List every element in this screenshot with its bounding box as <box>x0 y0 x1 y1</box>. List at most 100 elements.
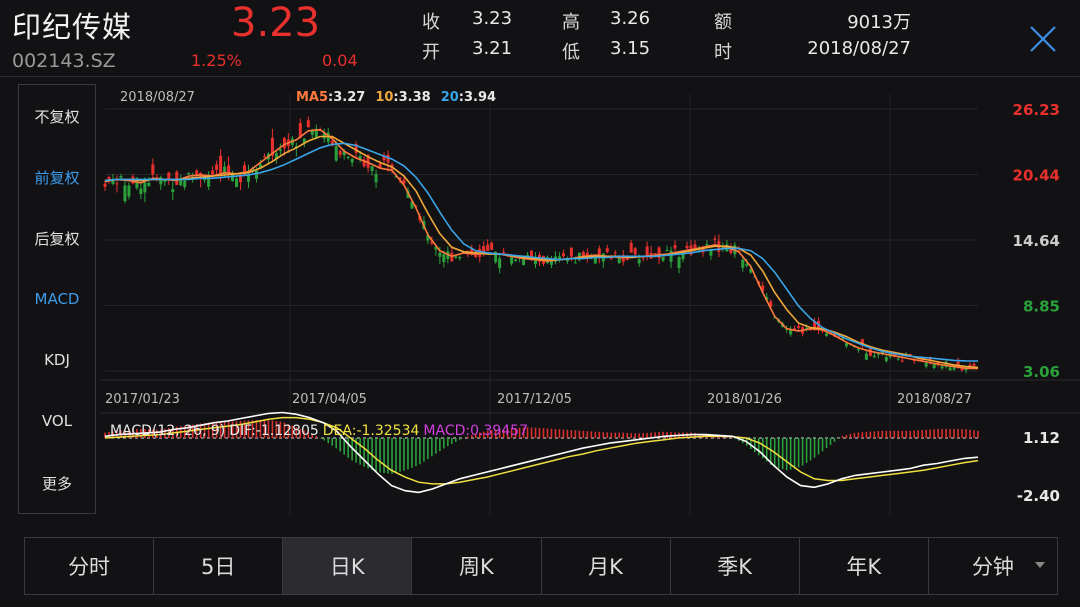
candle-body <box>211 170 215 175</box>
candle-body <box>653 253 657 255</box>
candle-body <box>685 245 689 249</box>
tab-daily-k[interactable]: 日K <box>283 538 413 594</box>
menu-backward-adjust[interactable]: 后复权 <box>19 228 95 249</box>
tab-minute[interactable]: 分钟 <box>929 538 1057 594</box>
y-tick-label: 3.06 <box>1023 363 1060 381</box>
candle-body <box>502 252 506 254</box>
kline-chart[interactable]: 26.23 20.44 14.64 8.85 3.06 2017/01/23 2017/04… <box>100 82 1080 522</box>
candle-body <box>147 182 151 186</box>
candle-body <box>661 256 665 261</box>
candle-body <box>442 254 446 263</box>
quote-amount-label: 额 <box>714 12 732 33</box>
candle-body <box>183 180 187 188</box>
menu-macd[interactable]: MACD <box>19 290 95 308</box>
candle-body <box>581 251 585 256</box>
tab-minute-label: 分钟 <box>971 555 1014 579</box>
ma-legend-name: 10 <box>375 90 393 105</box>
candle-body <box>741 259 745 268</box>
candle-body <box>856 349 860 351</box>
ma-line-ma20 <box>104 142 979 362</box>
candle-body <box>370 166 374 171</box>
candle-body <box>573 262 577 264</box>
candle-body <box>561 253 565 257</box>
candle-body <box>227 165 231 174</box>
candle-body <box>713 238 717 240</box>
candle-body <box>972 363 976 366</box>
x-tick-label: 2018/08/27 <box>897 392 972 407</box>
candle-body <box>115 183 119 185</box>
candle-body <box>151 164 155 175</box>
menu-forward-adjust[interactable]: 前复权 <box>19 167 95 188</box>
candle-body <box>458 256 462 259</box>
quote-open-label: 开 <box>422 42 440 63</box>
menu-more[interactable]: 更多 <box>19 473 95 494</box>
candle-body <box>825 333 829 336</box>
macd-legend-item: MACD(12, 26, 9) <box>110 423 225 439</box>
candle-body <box>900 360 904 362</box>
menu-kdj[interactable]: KDJ <box>19 351 95 369</box>
tab-yearly-k[interactable]: 年K <box>800 538 929 594</box>
candle-body <box>486 244 490 251</box>
quote-high-value: 3.26 <box>610 8 651 29</box>
tab-weekly-k[interactable]: 周K <box>412 538 542 594</box>
candle-body <box>844 343 848 347</box>
candle-body <box>187 173 191 175</box>
candle-body <box>645 246 649 256</box>
ma-legend-name: MA5 <box>296 90 328 105</box>
y-tick-label: 20.44 <box>1013 166 1060 184</box>
menu-vol[interactable]: VOL <box>19 412 95 430</box>
candle-body <box>605 248 609 252</box>
candle-body <box>119 175 123 178</box>
candle-body <box>171 189 175 193</box>
ma-legend-name: 20 <box>441 90 459 105</box>
candle-body <box>629 242 633 253</box>
candle-body <box>665 249 669 251</box>
candlesticks <box>103 116 976 374</box>
candle-body <box>123 185 127 202</box>
candle-body <box>872 355 876 358</box>
stock-name: 印纪传媒 <box>12 10 133 44</box>
x-tick-label: 2017/04/05 <box>292 392 367 407</box>
candle-body <box>952 367 956 370</box>
y-tick-label: 14.64 <box>1013 232 1060 250</box>
tab-intraday[interactable]: 分时 <box>25 538 155 594</box>
candle-body <box>490 242 494 250</box>
menu-no-adjust[interactable]: 不复权 <box>19 106 95 127</box>
current-price: 3.23 <box>231 0 321 46</box>
candle-body <box>167 172 171 179</box>
macd-y-tick-label: 1.12 <box>1023 429 1060 447</box>
candle-body <box>219 155 223 174</box>
tab-monthly-k[interactable]: 月K <box>542 538 671 594</box>
candle-body <box>948 367 952 371</box>
macd-legend-item: MACD:0.39457 <box>423 423 528 439</box>
candle-body <box>262 156 266 158</box>
candle-body <box>940 366 944 369</box>
candle-body <box>641 257 645 259</box>
candle-body <box>633 248 637 255</box>
quote-amount-value: 9013万 <box>847 12 911 33</box>
candle-body <box>884 357 888 362</box>
ma-line-ma5 <box>104 128 979 370</box>
close-button[interactable] <box>1028 24 1058 54</box>
tab-5day[interactable]: 5日 <box>154 538 284 594</box>
candle-body <box>143 182 147 193</box>
ma-legend-value: :3.38 <box>393 90 430 105</box>
macd-legend-item: DIF:-1.12805 <box>229 423 319 439</box>
close-icon <box>1030 26 1056 52</box>
candle-body <box>932 364 936 369</box>
tab-quarterly-k[interactable]: 季K <box>671 538 800 594</box>
quote-high-label: 高 <box>562 12 580 33</box>
quote-low-label: 低 <box>562 42 580 63</box>
candle-body <box>103 183 107 187</box>
candle-body <box>306 120 310 128</box>
change-amount: 0.04 <box>322 51 358 70</box>
candle-body <box>793 328 797 330</box>
candle-body <box>175 171 179 185</box>
candle-body <box>215 164 219 170</box>
candle-body <box>139 188 143 194</box>
quote-time-label: 时 <box>714 42 732 63</box>
candle-body <box>864 353 868 360</box>
x-tick-label: 2017/01/23 <box>105 392 180 407</box>
candle-body <box>569 247 573 257</box>
candle-body <box>745 263 749 266</box>
